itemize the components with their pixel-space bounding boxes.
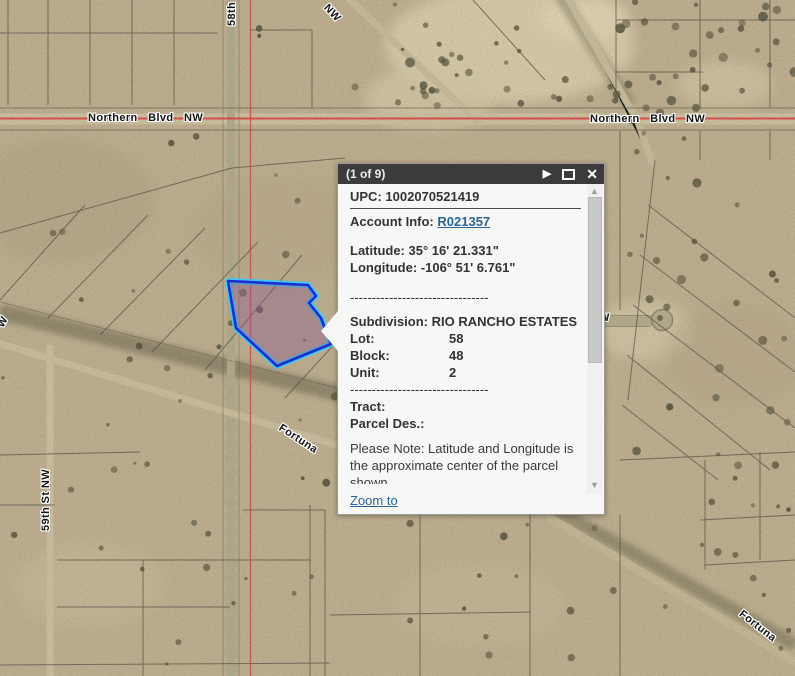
scroll-up-icon[interactable]: ▲ [587,184,602,198]
lot-value: 58 [449,331,463,346]
longitude-row: Longitude: -106° 51' 6.761" [350,259,581,276]
street-label-59th: 59th St NW [40,469,52,531]
lot-row: Lot:58 [350,330,581,347]
lot-label: Lot: [350,330,449,347]
longitude-label: Longitude: [350,260,417,275]
latitude-row: Latitude: 35° 16' 21.331" [350,242,581,259]
separator-dashes: -------------------------------- [350,289,581,306]
please-note-text: Please Note: Latitude and Longitude is t… [350,440,581,484]
tract-label: Tract: [350,398,581,415]
upc-value: 1002070521419 [385,189,479,204]
unit-row: Unit:2 [350,364,581,381]
latitude-value: 35° 16' 21.331" [409,243,499,258]
close-icon[interactable]: ✕ [586,164,598,184]
scrollbar-thumb[interactable] [588,197,602,363]
parcel-des-label: Parcel Des.: [350,415,581,432]
popup-body: UPC: 1002070521419 Account Info: R021357… [338,184,604,514]
maximize-icon[interactable] [562,169,575,180]
next-result-button[interactable]: ▶ [543,164,551,184]
account-label: Account Info: [350,214,434,229]
scroll-down-icon[interactable]: ▼ [587,478,602,492]
street-label-58th: 58th [226,2,238,26]
popup-header[interactable]: (1 of 9) ▶ ✕ [338,164,604,184]
popup-scroll-content: UPC: 1002070521419 Account Info: R021357… [338,184,587,500]
block-row: Block:48 [350,347,581,364]
street-label-northern-blvd-left: Northern Blvd NW [88,112,203,124]
subdivision-value: RIO RANCHO ESTATES [432,314,577,329]
street-label-northern-blvd-right: Northern Blvd NW [590,113,705,125]
map-viewer: 58th NW Northern Blvd NW Northern Blvd N… [0,0,795,676]
unit-value: 2 [449,365,456,380]
subdivision-label: Subdivision: [350,314,428,329]
popup-title: (1 of 9) [346,167,385,181]
subdivision-row: Subdivision: RIO RANCHO ESTATES [350,313,581,330]
unit-label: Unit: [350,364,449,381]
account-row: Account Info: R021357 [350,213,581,230]
popup-scrollbar[interactable]: ▲ ▼ [587,184,602,494]
latitude-label: Latitude: [350,243,405,258]
upc-label: UPC: [350,189,382,204]
popup-callout-arrow [321,311,338,351]
longitude-value: -106° 51' 6.761" [421,260,516,275]
block-label: Block: [350,347,449,364]
divider [350,208,581,209]
account-link[interactable]: R021357 [437,214,490,229]
upc-row: UPC: 1002070521419 [350,188,581,205]
parcel-info-popup: (1 of 9) ▶ ✕ UPC: 1002070521419 Account … [337,163,605,515]
separator-dashes: -------------------------------- [350,381,581,398]
block-value: 48 [449,348,463,363]
zoom-to-link[interactable]: Zoom to [350,493,398,508]
